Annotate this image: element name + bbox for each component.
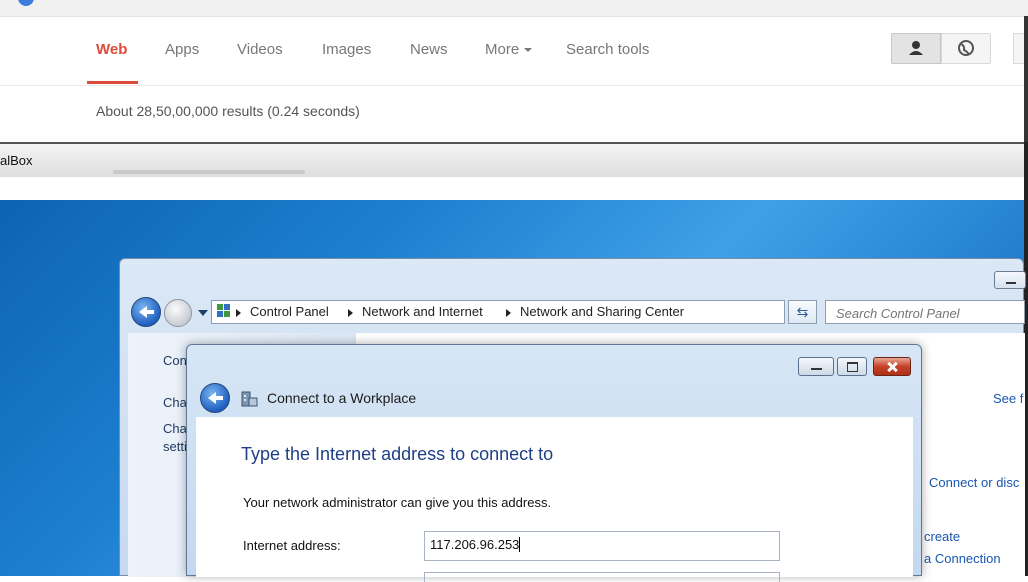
dialog-hint: Your network administrator can give you …: [243, 495, 552, 510]
dialog-title: Connect to a Workplace: [267, 390, 417, 406]
breadcrumb-separator-icon: [506, 309, 511, 317]
see-full-map-link[interactable]: See f: [993, 391, 1023, 406]
tab-news[interactable]: News: [410, 41, 448, 58]
virtualbox-progress-strip: [113, 170, 305, 174]
breadcrumb-separator-icon: [236, 309, 241, 317]
forward-arrow-icon[interactable]: [164, 299, 192, 327]
back-arrow-icon[interactable]: [200, 383, 230, 413]
control-panel-icon: [217, 304, 231, 318]
breadcrumb-network-sharing-center[interactable]: Network and Sharing Center: [520, 304, 684, 319]
tab-apps[interactable]: Apps: [165, 41, 199, 58]
browser-scrollbar[interactable]: [1024, 16, 1028, 146]
back-arrow-icon[interactable]: [131, 297, 161, 327]
tab-web[interactable]: Web: [96, 41, 127, 58]
search-tabs-bar: Web Apps Videos Images News More Search …: [0, 17, 1028, 86]
breadcrumb-network-internet[interactable]: Network and Internet: [362, 304, 483, 319]
internet-address-value: 117.206.96.253: [430, 537, 520, 552]
search-input[interactable]: [834, 302, 1028, 324]
tab-videos[interactable]: Videos: [237, 41, 283, 58]
globe-icon: [958, 40, 974, 56]
create-connection-link[interactable]: create: [924, 529, 960, 544]
breadcrumb-control-panel[interactable]: Control Panel: [250, 304, 329, 319]
address-bar[interactable]: Control Panel Network and Internet Netwo…: [211, 300, 861, 324]
breadcrumb-separator-icon: [348, 309, 353, 317]
browser-top-strip: [0, 0, 1028, 17]
text-cursor: [519, 537, 521, 552]
task-link[interactable]: Cha: [163, 421, 187, 436]
search-box[interactable]: [825, 300, 1028, 324]
connect-disconnect-link[interactable]: Connect or disc: [929, 475, 1019, 490]
refresh-button[interactable]: ⇆: [788, 300, 817, 324]
create-connection-link[interactable]: a Connection: [924, 551, 1001, 566]
refresh-icon: ⇆: [796, 304, 809, 320]
task-link[interactable]: Con: [163, 353, 187, 368]
virtualbox-title: alBox: [0, 153, 33, 168]
minimize-button[interactable]: [798, 357, 834, 376]
tab-images[interactable]: Images: [322, 41, 371, 58]
internet-address-input[interactable]: 117.206.96.253: [424, 531, 780, 561]
google-logo-fragment: [18, 0, 34, 6]
personal-results-button[interactable]: [891, 33, 941, 64]
close-button[interactable]: [873, 357, 911, 376]
dialog-heading: Type the Internet address to connect to: [241, 444, 554, 464]
tab-more[interactable]: More: [485, 41, 533, 58]
tab-search-tools[interactable]: Search tools: [566, 41, 649, 58]
results-summary: About 28,50,00,000 results (0.24 seconds…: [96, 103, 360, 119]
virtualbox-title-bar: alBox: [0, 142, 1024, 177]
person-icon: [909, 41, 923, 55]
recent-pages-dropdown-icon[interactable]: [198, 310, 208, 316]
chevron-down-icon: [524, 48, 533, 53]
workplace-icon: [241, 391, 258, 407]
tab-more-label: More: [485, 41, 520, 58]
connect-workplace-dialog: Connect to a Workplace Type the Internet…: [186, 344, 922, 582]
internet-address-label: Internet address:: [243, 538, 341, 553]
task-link[interactable]: setti: [163, 439, 187, 454]
destination-name-input[interactable]: [424, 572, 780, 582]
active-tab-indicator: [87, 81, 138, 84]
task-link[interactable]: Cha: [163, 395, 187, 410]
maximize-button[interactable]: [837, 357, 867, 376]
minimize-button[interactable]: [994, 271, 1026, 289]
global-results-button[interactable]: [941, 33, 991, 64]
dialog-body: Type the Internet address to connect to …: [196, 417, 913, 582]
